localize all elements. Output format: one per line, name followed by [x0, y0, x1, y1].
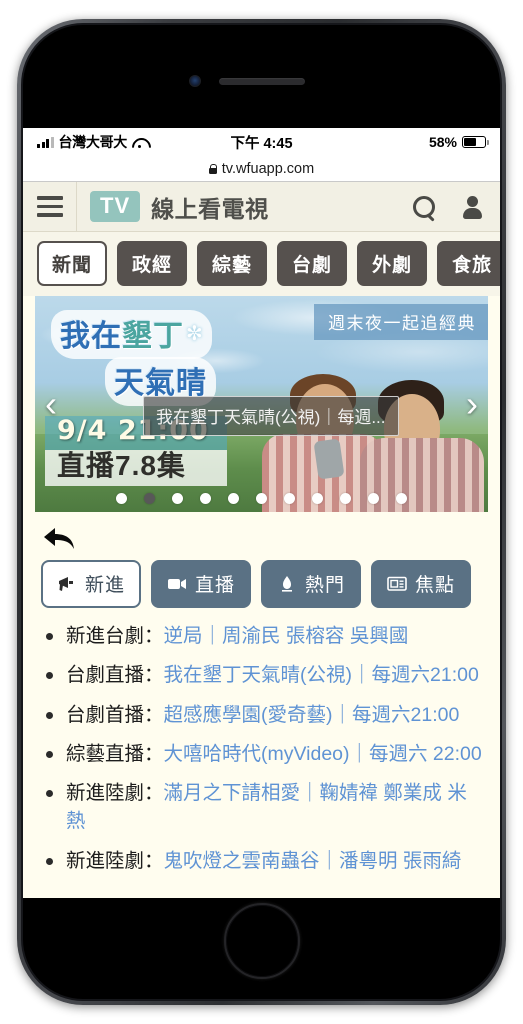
- carousel-dot[interactable]: [396, 493, 407, 504]
- browser-url-bar[interactable]: tv.wfuapp.com: [23, 156, 500, 182]
- phone-screen: 台灣大哥大 下午 4:45 58% tv.wfuapp.com TV 線上看電視…: [23, 128, 500, 898]
- list-item-text: 新進台劇：逆局｜周渝民 張榕容 吳興國: [66, 622, 408, 650]
- bullet-icon: [46, 790, 53, 798]
- list-item-link[interactable]: 逆局｜周渝民 張榕容 吳興國: [164, 625, 409, 647]
- megaphone-icon: [57, 575, 77, 592]
- bullet-icon: [46, 633, 53, 640]
- category-chip-food-travel[interactable]: 食旅: [437, 241, 500, 286]
- carousel-dot[interactable]: [284, 493, 295, 504]
- schedule-episode-label: 直播7.8集: [57, 450, 186, 481]
- carousel-dot[interactable]: [368, 493, 379, 504]
- carrier-label: 台灣大哥大: [58, 134, 128, 150]
- tab-popular[interactable]: 熱門: [261, 560, 362, 608]
- front-camera: [189, 75, 201, 87]
- tab-focus[interactable]: 焦點: [371, 560, 472, 608]
- list-item-link[interactable]: 超感應學園(愛奇藝)｜每週六21:00: [164, 704, 460, 726]
- list-item-category: 台劇首播：: [66, 703, 164, 726]
- back-reply-arrow-icon[interactable]: [43, 525, 77, 551]
- earpiece-speaker: [218, 78, 305, 85]
- category-chip-politics-economy[interactable]: 政經: [117, 241, 188, 286]
- tab-popular-label: 熱門: [305, 575, 346, 596]
- bullet-icon: [46, 711, 53, 719]
- user-account-icon[interactable]: [460, 195, 486, 219]
- status-bar-left: 台灣大哥大: [37, 132, 147, 152]
- newspaper-icon: [387, 575, 407, 592]
- category-chip-variety[interactable]: 綜藝: [197, 241, 268, 286]
- header-divider: [76, 181, 77, 232]
- list-item-link[interactable]: 大嘻哈時代(myVideo)｜每週六 22:00: [164, 743, 482, 765]
- status-bar-time: 下午 4:45: [230, 135, 293, 152]
- video-camera-icon: [167, 575, 187, 592]
- list-item[interactable]: 新進陸劇：鬼吹燈之雲南蟲谷｜潘粵明 張雨綺: [37, 847, 486, 875]
- tab-new-label: 新進: [85, 575, 126, 596]
- list-item[interactable]: 台劇直播：我在墾丁天氣晴(公視)｜每週六21:00: [37, 661, 486, 689]
- bullet-icon: [46, 672, 53, 680]
- phone-device-frame: 台灣大哥大 下午 4:45 58% tv.wfuapp.com TV 線上看電視…: [17, 19, 506, 1005]
- list-item-category: 新進陸劇：: [66, 782, 164, 805]
- battery-percent-label: 58%: [428, 134, 457, 150]
- list-item-text: 新進陸劇：鬼吹燈之雲南蟲谷｜潘粵明 張雨綺: [66, 847, 461, 875]
- category-chip-taiwan-drama[interactable]: 台劇: [277, 241, 348, 286]
- flame-icon: [277, 575, 297, 592]
- tab-focus-label: 焦點: [415, 575, 456, 596]
- carousel-dot[interactable]: [340, 493, 351, 504]
- list-item-text: 台劇直播：我在墾丁天氣晴(公視)｜每週六21:00: [66, 661, 479, 689]
- page-title: 線上看電視: [151, 195, 269, 222]
- list-item[interactable]: 新進陸劇：滿月之下請相愛｜鞠婧褘 鄭業成 米熱: [37, 779, 486, 836]
- tab-new[interactable]: 新進: [41, 560, 142, 608]
- tab-live-label: 直播: [195, 575, 236, 596]
- shoulder-strap: [313, 438, 345, 480]
- list-item-link[interactable]: 我在墾丁天氣晴(公視)｜每週六21:00: [164, 664, 479, 686]
- lock-icon: [208, 163, 218, 174]
- carousel-dot[interactable]: [144, 493, 155, 504]
- list-item[interactable]: 綜藝直播：大嘻哈時代(myVideo)｜每週六 22:00: [37, 740, 486, 768]
- list-item-category: 綜藝直播：: [66, 742, 164, 765]
- url-text: tv.wfuapp.com: [221, 160, 315, 177]
- status-bar: 台灣大哥大 下午 4:45 58%: [23, 128, 500, 156]
- carousel-dot[interactable]: [172, 493, 183, 504]
- battery-icon: [462, 136, 489, 148]
- home-button[interactable]: [223, 903, 300, 979]
- category-chip-news[interactable]: 新聞: [37, 241, 108, 286]
- category-chip-foreign-drama[interactable]: 外劇: [357, 241, 428, 286]
- list-item-text: 綜藝直播：大嘻哈時代(myVideo)｜每週六 22:00: [66, 740, 482, 768]
- tab-live[interactable]: 直播: [151, 560, 252, 608]
- back-row: [23, 512, 500, 557]
- list-item-text: 台劇首播：超感應學園(愛奇藝)｜每週六21:00: [66, 701, 459, 729]
- tv-logo[interactable]: TV: [90, 191, 141, 222]
- carousel-dot[interactable]: [256, 493, 267, 504]
- phone-bezel: 台灣大哥大 下午 4:45 58% tv.wfuapp.com TV 線上看電視…: [21, 23, 502, 1001]
- carousel-prev-arrow[interactable]: ‹: [45, 386, 57, 422]
- list-item-category: 新進陸劇：: [66, 849, 164, 872]
- carousel-dot[interactable]: [228, 493, 239, 504]
- list-item[interactable]: 台劇首播：超感應學園(愛奇藝)｜每週六21:00: [37, 701, 486, 729]
- category-chip-bar[interactable]: 新聞 政經 綜藝 台劇 外劇 食旅: [23, 232, 500, 296]
- bullet-icon: [46, 750, 53, 758]
- list-item-category: 台劇直播：: [66, 664, 164, 687]
- status-bar-right: 58%: [428, 134, 489, 150]
- list-item-link[interactable]: 鬼吹燈之雲南蟲谷｜潘粵明 張雨綺: [164, 850, 462, 872]
- carousel-dot[interactable]: [312, 493, 323, 504]
- search-icon[interactable]: [412, 195, 436, 219]
- content-list: 新進台劇：逆局｜周渝民 張榕容 吳興國 台劇直播：我在墾丁天氣晴(公視)｜每週六2…: [23, 620, 500, 896]
- app-header: TV 線上看電視: [23, 181, 500, 232]
- list-item[interactable]: 新進台劇：逆局｜周渝民 張榕容 吳興國: [37, 622, 486, 650]
- bullet-icon: [46, 857, 53, 865]
- hamburger-menu-icon[interactable]: [37, 196, 63, 217]
- carousel-dot[interactable]: [200, 493, 211, 504]
- content-tab-bar[interactable]: 新進 直播 熱門 焦點: [23, 557, 500, 620]
- featured-carousel[interactable]: 我在 墾丁 ✼ 天氣晴 週末夜一起追經典 9/4 21:00 直播7.8集 我在…: [35, 296, 488, 512]
- signal-bars-icon: [37, 136, 54, 148]
- screenshot-stage: 台灣大哥大 下午 4:45 58% tv.wfuapp.com TV 線上看電視…: [0, 0, 523, 1024]
- list-item-category: 新進台劇：: [66, 625, 164, 647]
- carousel-dot[interactable]: [116, 493, 127, 504]
- carousel-tooltip: 我在墾丁天氣晴(公視)｜每週...: [143, 396, 399, 436]
- wifi-icon: [132, 137, 147, 148]
- carousel-ribbon-label: 週末夜一起追經典: [314, 304, 488, 340]
- carousel-next-arrow[interactable]: ›: [466, 386, 478, 422]
- list-item-text: 新進陸劇：滿月之下請相愛｜鞠婧褘 鄭業成 米熱: [66, 779, 486, 836]
- carousel-dot-indicators[interactable]: [35, 493, 488, 504]
